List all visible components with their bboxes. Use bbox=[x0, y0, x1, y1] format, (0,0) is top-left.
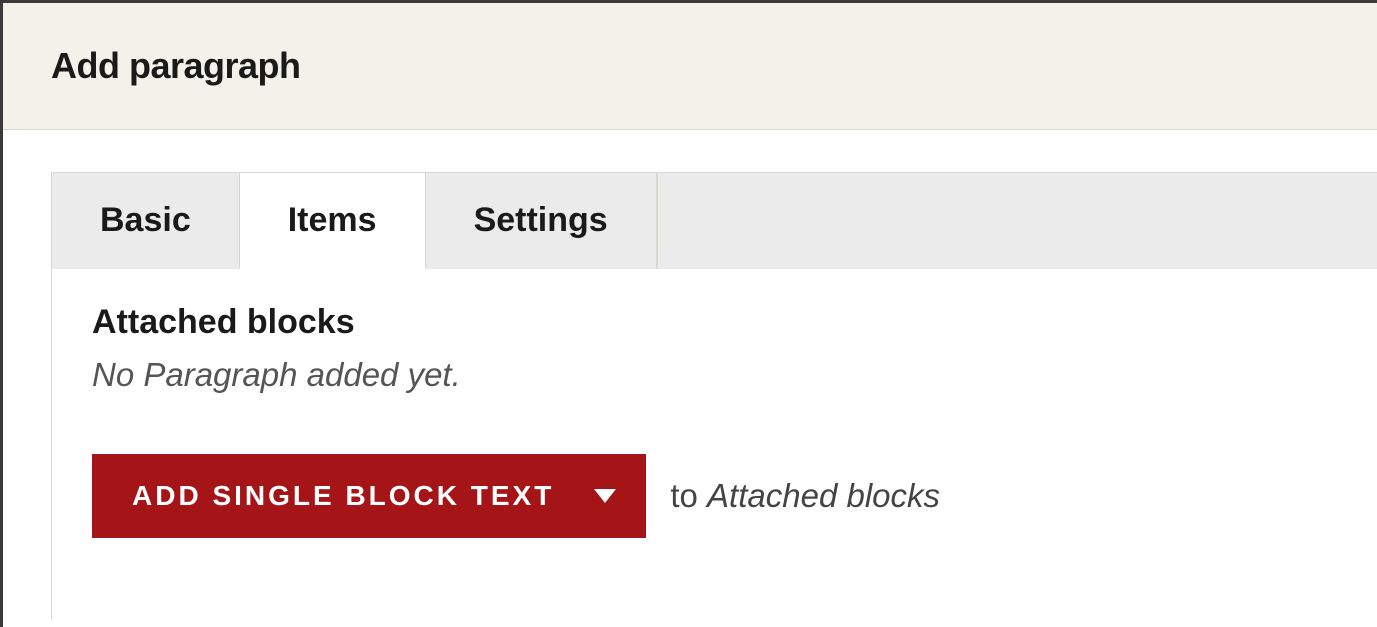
section-heading: Attached blocks bbox=[92, 303, 1377, 342]
add-single-block-text-button[interactable]: ADD SINGLE BLOCK TEXT bbox=[92, 454, 646, 538]
tab-basic[interactable]: Basic bbox=[51, 172, 240, 269]
dialog-title: Add paragraph bbox=[51, 45, 1377, 87]
suffix-prefix: to bbox=[670, 477, 707, 514]
dialog-container: Add paragraph Basic Items Settings Attac… bbox=[0, 0, 1377, 627]
action-suffix: to Attached blocks bbox=[670, 477, 940, 515]
empty-state-message: No Paragraph added yet. bbox=[92, 356, 1377, 394]
button-label: ADD SINGLE BLOCK TEXT bbox=[132, 480, 554, 512]
tab-panel-items: Attached blocks No Paragraph added yet. … bbox=[51, 269, 1377, 619]
suffix-target: Attached blocks bbox=[707, 477, 940, 514]
dialog-content: Basic Items Settings Attached blocks No … bbox=[3, 130, 1377, 619]
tab-list: Basic Items Settings bbox=[51, 172, 1377, 269]
tab-items[interactable]: Items bbox=[240, 172, 426, 269]
action-row: ADD SINGLE BLOCK TEXT to Attached blocks bbox=[92, 454, 1377, 538]
tab-settings[interactable]: Settings bbox=[426, 172, 657, 269]
dialog-header: Add paragraph bbox=[3, 3, 1377, 130]
caret-down-icon bbox=[594, 489, 616, 503]
tabs-spacer bbox=[657, 172, 1377, 269]
